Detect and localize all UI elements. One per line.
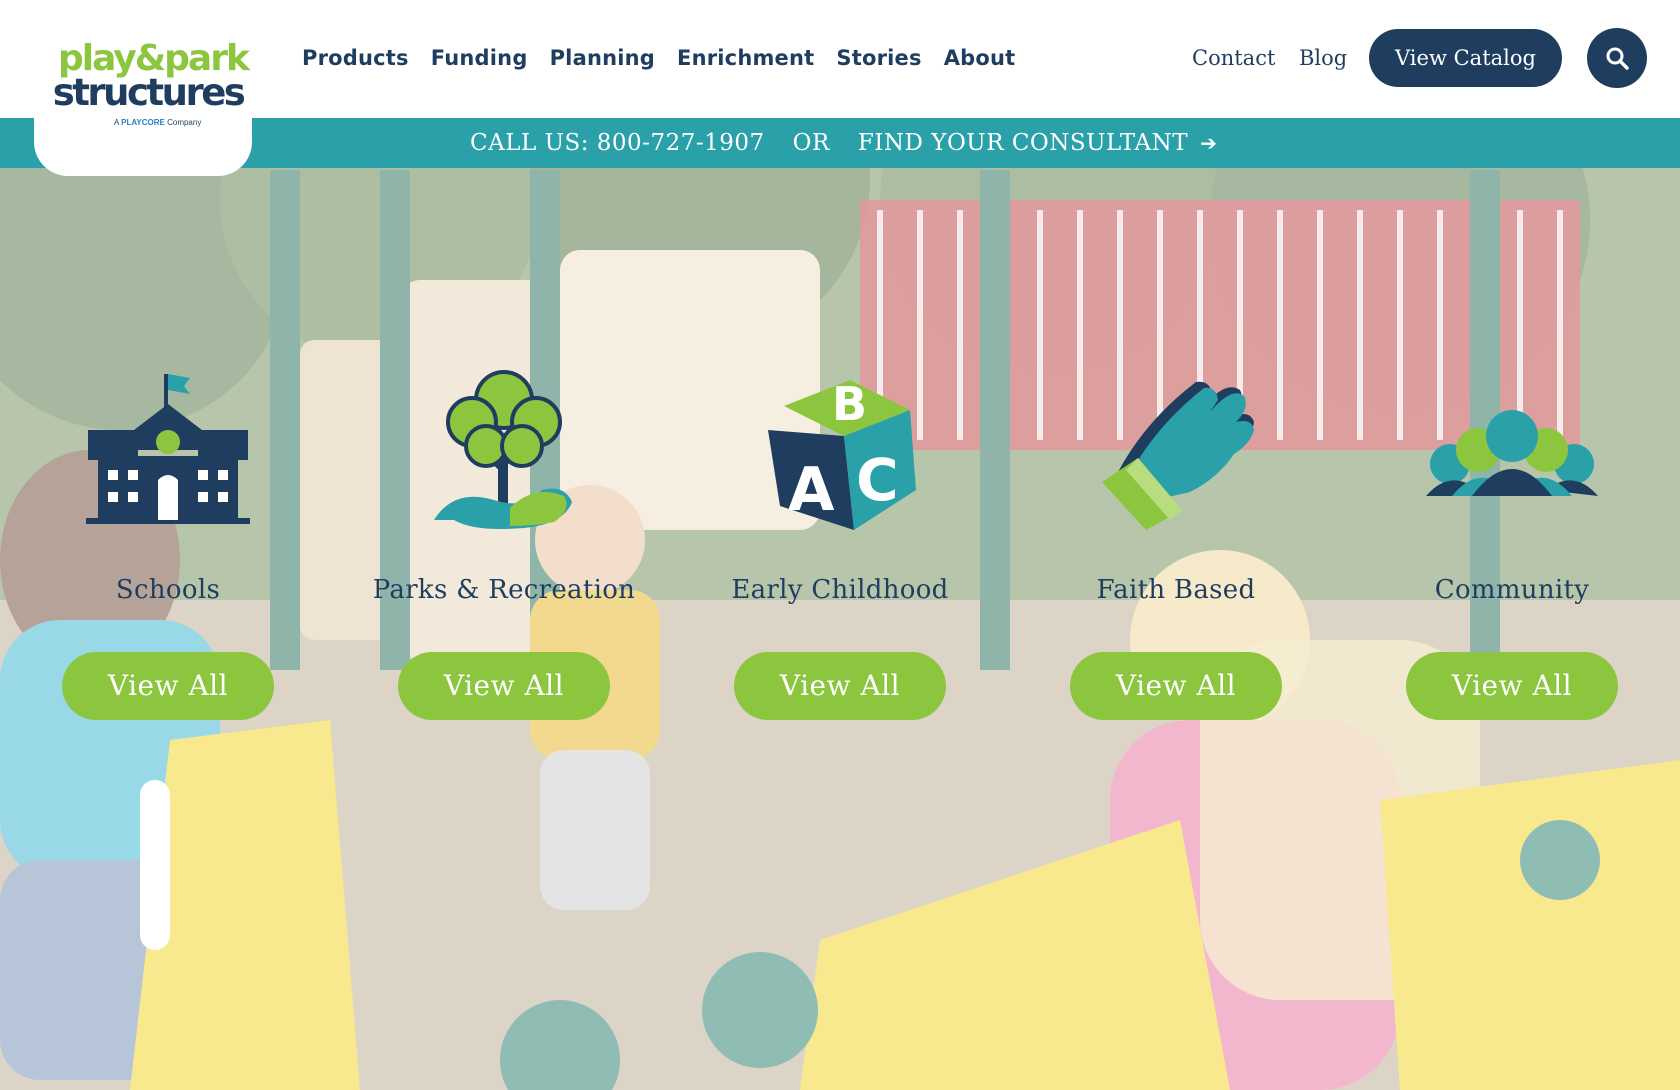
call-us-phone[interactable]: CALL US: 800-727-1907 bbox=[470, 130, 765, 156]
nav-item-planning[interactable]: Planning bbox=[550, 40, 655, 76]
category-parks-recreation: Parks & Recreation View All bbox=[354, 360, 654, 730]
site-logo[interactable]: play&park structures A PLAYCORE Company bbox=[34, 4, 252, 176]
category-faith-based: Faith Based View All bbox=[1026, 360, 1326, 730]
svg-text:B: B bbox=[832, 377, 867, 431]
praying-hand-icon bbox=[1102, 381, 1254, 530]
nav-item-about[interactable]: About bbox=[944, 40, 1016, 76]
main-nav: Products Funding Planning Enrichment Sto… bbox=[302, 40, 1037, 76]
site-header: Products Funding Planning Enrichment Sto… bbox=[0, 0, 1680, 118]
category-label-schools: Schools bbox=[115, 575, 221, 605]
people-group-icon bbox=[1426, 410, 1598, 496]
view-all-faith-based-button[interactable]: View All bbox=[1070, 652, 1282, 720]
contact-link[interactable]: Contact bbox=[1192, 40, 1275, 76]
call-bar-or: OR bbox=[792, 130, 830, 156]
logo-tagline-brand: PLAYCORE bbox=[121, 118, 165, 127]
view-all-community-button[interactable]: View All bbox=[1406, 652, 1618, 720]
category-schools: Schools View All bbox=[18, 360, 318, 730]
category-label-parks: Parks & Recreation bbox=[372, 575, 636, 605]
category-early-childhood: B A C Early Childhood View All bbox=[690, 360, 990, 730]
find-consultant-link[interactable]: FIND YOUR CONSULTANT bbox=[858, 130, 1188, 156]
view-all-parks-button[interactable]: View All bbox=[398, 652, 610, 720]
nav-item-funding[interactable]: Funding bbox=[431, 40, 528, 76]
search-button[interactable] bbox=[1587, 28, 1647, 88]
blog-link[interactable]: Blog bbox=[1299, 40, 1347, 76]
nav-item-stories[interactable]: Stories bbox=[836, 40, 921, 76]
category-label-community: Community bbox=[1434, 575, 1590, 605]
nav-item-products[interactable]: Products bbox=[302, 40, 409, 76]
logo-tagline-suffix: Company bbox=[167, 118, 202, 127]
search-icon bbox=[1606, 47, 1629, 70]
category-label-early-childhood: Early Childhood bbox=[731, 575, 949, 605]
category-label-faith-based: Faith Based bbox=[1096, 575, 1256, 605]
arrow-right-icon: ➔ bbox=[1200, 131, 1218, 155]
view-all-schools-button[interactable]: View All bbox=[62, 652, 274, 720]
logo-tagline-prefix: A bbox=[114, 118, 119, 127]
svg-text:A: A bbox=[788, 455, 835, 525]
nav-item-enrichment[interactable]: Enrichment bbox=[677, 40, 814, 76]
abc-blocks-icon: B A C bbox=[768, 377, 916, 530]
school-icon bbox=[86, 374, 250, 524]
view-all-early-childhood-button[interactable]: View All bbox=[734, 652, 946, 720]
view-catalog-button[interactable]: View Catalog bbox=[1369, 29, 1562, 87]
svg-text:C: C bbox=[856, 446, 899, 514]
logo-tagline: A PLAYCORE Company bbox=[114, 118, 254, 128]
category-community: Community View All bbox=[1362, 360, 1662, 730]
logo-wordmark-structures: structures bbox=[52, 71, 246, 114]
tree-icon bbox=[434, 370, 572, 529]
